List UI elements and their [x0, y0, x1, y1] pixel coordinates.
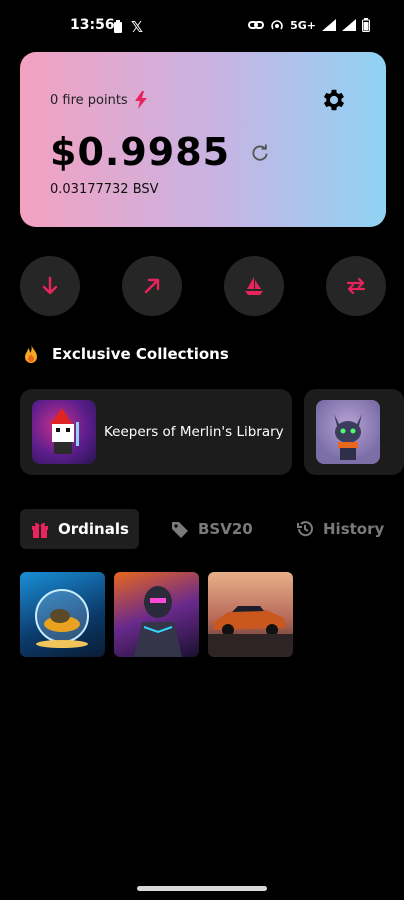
balance-bsv: 0.03177732 BSV — [50, 182, 159, 197]
status-time: 13:56 — [70, 17, 115, 33]
tab-label: BSV20 — [198, 520, 253, 538]
signal-2-icon — [342, 19, 356, 31]
robot-art — [134, 586, 182, 657]
hotspot-icon — [271, 20, 283, 30]
balance-amount-row: $0.9985 — [50, 130, 270, 174]
asset-tabs: Ordinals BSV20 History — [20, 509, 404, 549]
collection-card[interactable]: Keepers of Merlin's Library — [20, 389, 292, 475]
collections-header: Exclusive Collections — [22, 344, 229, 364]
ordinals-grid — [20, 572, 293, 657]
balance-usd: $0.9985 — [50, 130, 231, 174]
swap-arrows-icon — [346, 277, 366, 295]
gift-icon — [32, 522, 48, 538]
lightning-icon — [134, 91, 147, 109]
action-buttons — [20, 256, 404, 316]
network-type: 5G+ — [290, 18, 316, 32]
refresh-icon[interactable] — [250, 142, 270, 162]
send-arrow-up-right-icon — [144, 278, 160, 294]
ordinal-thumbnail[interactable] — [20, 572, 105, 657]
fire-points[interactable]: 0 fire points — [50, 91, 148, 109]
wizard-pixel-art-icon — [50, 408, 79, 454]
fire-icon — [25, 344, 37, 363]
link-icon — [248, 21, 265, 29]
gear-icon[interactable] — [320, 86, 348, 114]
swap-button[interactable] — [326, 256, 386, 316]
collections-carousel[interactable]: Keepers of Merlin's Library — [20, 389, 404, 475]
status-right-icons: 5G+ — [248, 18, 370, 32]
ordinal-thumbnail[interactable] — [114, 572, 199, 657]
history-clock-icon — [297, 521, 313, 537]
battery-saver-icon — [114, 20, 122, 33]
tab-ordinals[interactable]: Ordinals — [20, 509, 139, 549]
receive-arrow-down-icon — [42, 276, 58, 295]
fire-points-label: 0 fire points — [50, 92, 128, 108]
cat-art-icon — [334, 414, 362, 460]
tab-history[interactable]: History — [295, 509, 384, 549]
tab-label: History — [323, 520, 385, 538]
status-bar: 13:56 𝕏 5G+ — [0, 0, 404, 52]
collection-thumbnail — [32, 400, 96, 464]
battery-icon — [362, 18, 370, 32]
signal-icon — [322, 19, 336, 31]
balance-card: 0 fire points $0.9985 0.03177732 BSV — [20, 52, 386, 227]
collections-title: Exclusive Collections — [52, 345, 229, 363]
tab-label: Ordinals — [58, 520, 129, 538]
tab-bsv20[interactable]: BSV20 — [170, 509, 253, 549]
send-button[interactable] — [122, 256, 182, 316]
x-app-icon: 𝕏 — [131, 18, 144, 36]
collection-thumbnail — [316, 400, 380, 464]
glass-sphere-art — [35, 589, 89, 648]
home-indicator[interactable] — [137, 886, 267, 891]
tag-icon — [172, 522, 188, 538]
car-art — [208, 606, 293, 657]
receive-button[interactable] — [20, 256, 80, 316]
sailboat-icon — [245, 277, 263, 295]
status-left-icons: 𝕏 — [113, 18, 143, 36]
market-button[interactable] — [224, 256, 284, 316]
collection-card[interactable] — [304, 389, 404, 475]
ordinal-thumbnail[interactable] — [208, 572, 293, 657]
collection-name: Keepers of Merlin's Library — [104, 424, 284, 440]
